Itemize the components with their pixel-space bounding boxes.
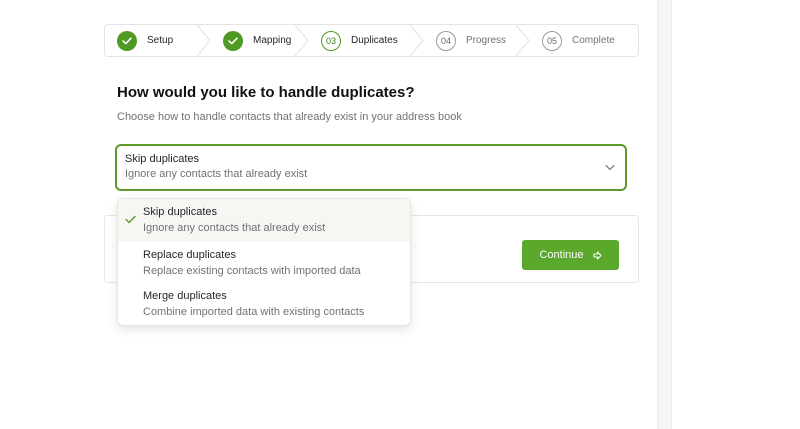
step-label: Setup — [147, 35, 174, 46]
step-separator-icon — [197, 25, 211, 56]
step-label: Duplicates — [351, 35, 398, 46]
import-stepper: Setup Mapping 03 Duplicates 04 Progress … — [104, 24, 639, 57]
option-merge-duplicates[interactable]: Merge duplicates Combine imported data w… — [118, 283, 410, 324]
option-description: Combine imported data with existing cont… — [143, 306, 365, 318]
step-label: Progress — [466, 35, 507, 46]
step-separator-icon — [410, 25, 424, 56]
select-value-description: Ignore any contacts that already exist — [125, 168, 308, 180]
step-number-badge: 05 — [542, 30, 562, 51]
checkmark-icon — [117, 30, 137, 51]
chevron-down-icon — [605, 164, 615, 171]
page-subtitle: Choose how to handle contacts that alrea… — [117, 111, 462, 123]
step-mapping[interactable]: Mapping — [211, 25, 309, 56]
step-progress[interactable]: 04 Progress — [424, 25, 530, 56]
step-label: Complete — [572, 35, 615, 46]
option-description: Replace existing contacts with imported … — [143, 265, 361, 277]
option-skip-duplicates[interactable]: Skip duplicates Ignore any contacts that… — [118, 199, 410, 242]
checkmark-icon — [223, 30, 243, 51]
step-label: Mapping — [253, 35, 292, 46]
option-description: Ignore any contacts that already exist — [143, 222, 326, 234]
option-title: Skip duplicates — [143, 206, 217, 218]
step-number-badge: 04 — [436, 30, 456, 51]
page-side-panel — [657, 0, 672, 429]
continue-label: Continue — [539, 249, 584, 261]
duplicate-options-dropdown: Skip duplicates Ignore any contacts that… — [117, 198, 411, 326]
option-replace-duplicates[interactable]: Replace duplicates Replace existing cont… — [118, 242, 410, 283]
step-duplicates[interactable]: 03 Duplicates — [309, 25, 424, 56]
duplicate-handling-select[interactable]: Skip duplicates Ignore any contacts that… — [115, 144, 627, 191]
option-title: Merge duplicates — [143, 290, 227, 302]
arrow-right-icon — [592, 250, 602, 260]
page-title: How would you like to handle duplicates? — [117, 84, 415, 101]
select-value-title: Skip duplicates — [125, 153, 199, 165]
checkmark-icon — [125, 215, 136, 224]
step-separator-icon — [295, 25, 309, 56]
step-complete[interactable]: 05 Complete — [530, 25, 638, 56]
option-title: Replace duplicates — [143, 249, 236, 261]
step-separator-icon — [516, 25, 530, 56]
step-setup[interactable]: Setup — [105, 25, 211, 56]
continue-button[interactable]: Continue — [522, 240, 619, 270]
step-number-badge: 03 — [321, 30, 341, 51]
